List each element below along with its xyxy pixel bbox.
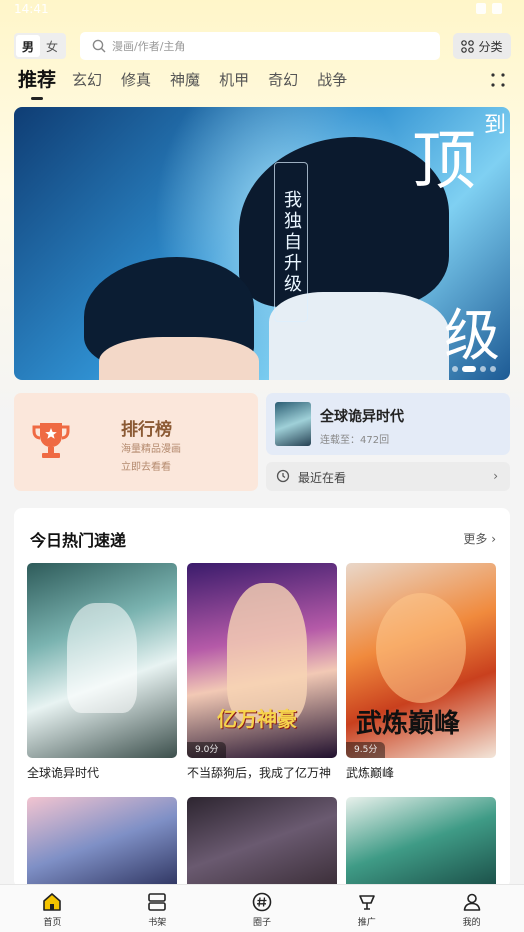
recently-viewed-label: 最近在看 [298, 471, 347, 485]
comic-card[interactable]: 亿万神豪 9.0分 不当舔狗后，我成了亿万神 [187, 563, 337, 781]
tab-recommend[interactable]: 推荐 [18, 68, 56, 100]
banner-character-left-face [99, 337, 259, 380]
comic-title: 武炼巅峰 [346, 766, 395, 780]
featured-banner[interactable]: 我独自升级 到 顶 级 [14, 107, 510, 380]
hot-section: 今日热门速递 更多 › 全球诡异时代 亿万神豪 9.0分 不当舔狗后，我成了亿万… [14, 508, 510, 888]
hot-section-title: 今日热门速递 [30, 531, 127, 550]
comic-card[interactable] [187, 797, 337, 887]
nav-promote-label: 推广 [357, 918, 376, 928]
banner-dot [452, 366, 458, 372]
comic-cover: 武炼巅峰 9.5分 [346, 563, 496, 758]
tab-xiuzhen[interactable]: 修真 [121, 68, 151, 92]
nav-home[interactable]: 首页 [0, 885, 105, 932]
status-icons [476, 3, 502, 14]
continue-reading-title: 全球诡异时代 [320, 409, 404, 425]
profile-icon [463, 893, 480, 911]
ranking-cta: 立即去看看 [121, 462, 171, 473]
clock-icon [276, 469, 290, 483]
status-bar: 14:41 [0, 0, 524, 20]
nav-promote[interactable]: 推广 [314, 885, 419, 932]
banner-big-char-bottom: 级 [444, 304, 500, 369]
continue-reading-progress: 连载至：472回 [320, 435, 390, 446]
tab-zhanzheng[interactable]: 战争 [317, 68, 347, 92]
nav-circle-label: 圈子 [252, 918, 271, 928]
ranking-card[interactable]: 排行榜 海量精品漫画 立即去看看 [14, 393, 258, 491]
wifi-icon [476, 3, 486, 14]
comic-card[interactable] [346, 797, 496, 887]
ranking-subtitle: 海量精品漫画 [121, 444, 181, 455]
category-label: 分类 [478, 39, 503, 54]
nav-circle[interactable]: 圈子 [210, 885, 315, 932]
tab-shenmo[interactable]: 神魔 [170, 68, 200, 92]
gender-toggle[interactable]: 男 女 [14, 33, 66, 59]
comic-cover [27, 563, 177, 758]
comic-score: 9.0分 [187, 742, 227, 758]
chevron-right-icon: › [491, 532, 496, 546]
banner-indicator [452, 366, 496, 372]
bookshelf-icon [148, 893, 166, 911]
nav-bookshelf-label: 书架 [148, 918, 167, 928]
hot-more-link[interactable]: 更多 › [463, 530, 496, 547]
more-tabs-icon[interactable] [490, 72, 506, 88]
comic-card[interactable]: 武炼巅峰 9.5分 武炼巅峰 [346, 563, 496, 781]
trophy-icon [32, 423, 70, 458]
home-icon [43, 893, 62, 911]
banner-dot [490, 366, 496, 372]
hashtag-icon [252, 892, 272, 912]
promote-icon [358, 895, 375, 910]
nav-profile-label: 我的 [462, 918, 481, 928]
ranking-title: 排行榜 [121, 420, 172, 440]
bottom-navigation: 首页 书架 圈子 推广 我的 [0, 884, 524, 932]
comic-card[interactable] [27, 797, 177, 887]
comic-cover: 亿万神豪 9.0分 [187, 563, 337, 758]
banner-big-char-top: 顶 [412, 125, 476, 199]
tab-qihuan[interactable]: 奇幻 [268, 68, 298, 92]
recently-viewed-button[interactable]: 最近在看 › [266, 462, 510, 491]
status-time: 14:41 [14, 2, 49, 16]
hot-more-label: 更多 [463, 532, 488, 546]
chevron-right-icon: › [493, 469, 498, 483]
battery-icon [492, 3, 502, 14]
search-icon [92, 39, 106, 53]
banner-dot-active [462, 366, 476, 372]
banner-dot [480, 366, 486, 372]
comic-cover-logo: 亿万神豪 [217, 707, 297, 731]
comic-cover [346, 797, 496, 887]
category-button[interactable]: 分类 [453, 33, 511, 59]
nav-profile[interactable]: 我的 [419, 885, 524, 932]
comic-title: 全球诡异时代 [27, 766, 100, 780]
comic-card[interactable]: 全球诡异时代 [27, 563, 177, 781]
category-grid-icon [461, 39, 475, 53]
banner-vertical-title: 我独自升级 [274, 162, 308, 322]
comic-cover [27, 797, 177, 887]
genre-tabs: 推荐 玄幻 修真 神魔 机甲 奇幻 战争 [18, 68, 366, 100]
continue-reading-card[interactable]: 全球诡异时代 连载至：472回 [266, 393, 510, 455]
search-input[interactable]: 漫画/作者/主角 [80, 32, 440, 60]
banner-small-char: 到 [484, 113, 507, 138]
continue-reading-thumbnail [275, 402, 311, 446]
tab-jijia[interactable]: 机甲 [219, 68, 249, 92]
comic-cover-logo: 武炼巅峰 [356, 709, 461, 739]
tab-xuanhuan[interactable]: 玄幻 [72, 68, 102, 92]
gender-female-option[interactable]: 女 [40, 35, 64, 57]
gender-male-option[interactable]: 男 [16, 35, 40, 57]
nav-bookshelf[interactable]: 书架 [105, 885, 210, 932]
search-placeholder: 漫画/作者/主角 [112, 40, 186, 53]
comic-cover [187, 797, 337, 887]
comic-score: 9.5分 [346, 742, 386, 758]
nav-home-label: 首页 [43, 918, 62, 928]
comic-title: 不当舔狗后，我成了亿万神 [187, 766, 332, 780]
